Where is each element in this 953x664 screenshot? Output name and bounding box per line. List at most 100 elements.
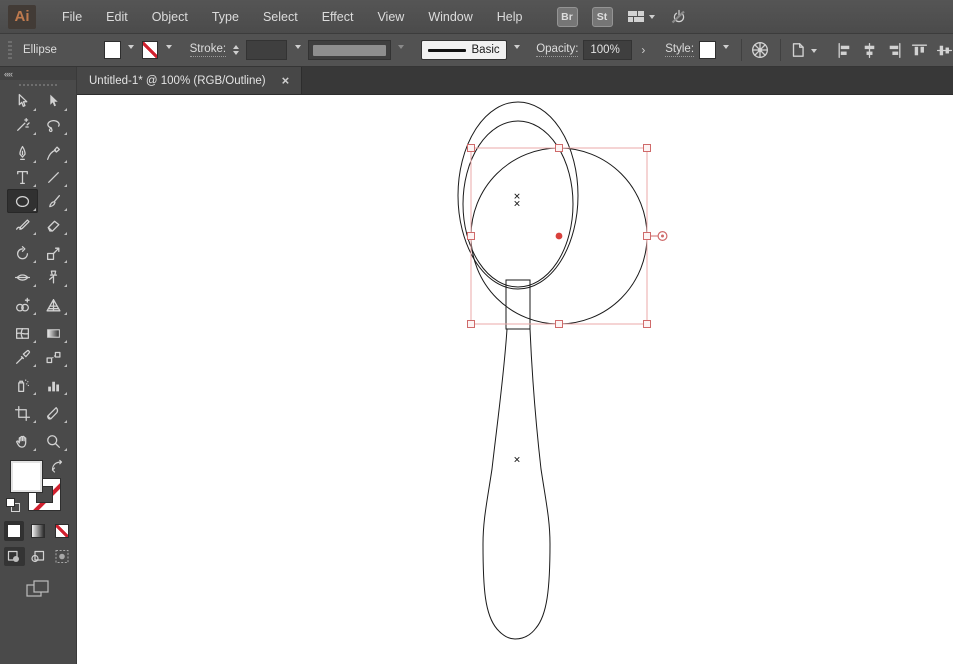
brush-chevron[interactable] xyxy=(512,41,523,59)
eraser-tool[interactable] xyxy=(38,213,69,237)
default-fill-stroke-button[interactable] xyxy=(6,498,20,512)
column-graph-tool[interactable] xyxy=(38,373,69,397)
opacity-more-button[interactable]: › xyxy=(637,40,650,60)
paintbrush-tool[interactable] xyxy=(38,189,69,213)
shaper-tool[interactable] xyxy=(7,213,38,237)
type-tool[interactable] xyxy=(7,165,38,189)
draw-normal-button[interactable] xyxy=(3,547,25,566)
artwork-svg[interactable] xyxy=(77,95,953,664)
lasso-tool[interactable] xyxy=(38,113,69,137)
zoom-tool[interactable] xyxy=(38,429,69,453)
bbox-handle-nw[interactable] xyxy=(467,144,475,152)
style-swatch[interactable] xyxy=(699,41,716,59)
menu-object[interactable]: Object xyxy=(140,0,200,34)
spoon-handle-path[interactable] xyxy=(482,328,551,640)
draw-inside-button[interactable] xyxy=(52,547,73,566)
fill-dropdown-button[interactable] xyxy=(126,41,137,59)
menu-view[interactable]: View xyxy=(365,0,416,34)
bbox-handle-ne[interactable] xyxy=(643,144,651,152)
pie-widget-dot xyxy=(661,234,664,238)
hand-tool[interactable] xyxy=(7,429,38,453)
menu-file[interactable]: File xyxy=(50,0,94,34)
width-tool[interactable] xyxy=(7,265,38,289)
close-tab-button[interactable]: × xyxy=(282,74,290,87)
shape-builder-tool[interactable] xyxy=(7,293,38,317)
stroke-weight-dropdown[interactable] xyxy=(246,40,288,60)
stroke-panel-link[interactable]: Stroke: xyxy=(189,43,227,57)
menu-window[interactable]: Window xyxy=(416,0,484,34)
curvature-tool[interactable] xyxy=(38,141,69,165)
bbox-handle-n[interactable] xyxy=(555,144,563,152)
pen-tool[interactable] xyxy=(7,141,38,165)
width-profile-chevron[interactable] xyxy=(396,41,407,59)
draw-behind-button[interactable] xyxy=(28,547,49,566)
center-point-markers xyxy=(514,193,520,463)
menu-help[interactable]: Help xyxy=(485,0,535,34)
swap-fill-stroke-button[interactable] xyxy=(50,459,65,478)
bbox-handle-s[interactable] xyxy=(555,320,563,328)
scale-tool[interactable] xyxy=(38,241,69,265)
stroke-weight-chevron[interactable] xyxy=(292,41,303,59)
selected-center-point[interactable] xyxy=(555,232,563,240)
menu-effect[interactable]: Effect xyxy=(310,0,366,34)
stock-button[interactable]: St xyxy=(591,6,613,27)
panel-grip[interactable] xyxy=(8,41,12,59)
brush-definition-dropdown[interactable]: Basic xyxy=(420,40,507,60)
blend-tool[interactable] xyxy=(38,345,69,369)
magic-wand-tool[interactable] xyxy=(7,113,38,137)
gradient-mode-button[interactable] xyxy=(28,521,48,541)
stroke-weight-stepper[interactable] xyxy=(231,42,241,58)
style-chevron[interactable] xyxy=(721,41,732,59)
bbox-handle-se[interactable] xyxy=(643,320,651,328)
fill-color-swatch[interactable] xyxy=(104,41,121,59)
fill-stroke-block xyxy=(0,457,76,519)
gradient-tool[interactable] xyxy=(38,321,69,345)
direct-selection-tool[interactable] xyxy=(38,89,69,113)
panel-drag-grip[interactable] xyxy=(0,80,76,89)
divider xyxy=(740,39,742,61)
sync-status[interactable] xyxy=(669,8,689,26)
align-vcenter-button[interactable] xyxy=(935,39,953,61)
none-mode-button[interactable] xyxy=(52,521,72,541)
puppet-warp-tool[interactable] xyxy=(38,265,69,289)
opacity-input[interactable]: 100% xyxy=(583,40,633,60)
rotate-icon xyxy=(17,245,29,259)
bbox-handle-sw[interactable] xyxy=(467,320,475,328)
bbox-handle-w[interactable] xyxy=(467,232,475,240)
align-left-button[interactable] xyxy=(835,39,855,61)
slice-tool[interactable] xyxy=(38,401,69,425)
document-tab[interactable]: Untitled-1* @ 100% (RGB/Outline) × xyxy=(77,67,303,94)
recolor-artwork-button[interactable] xyxy=(750,39,770,61)
document-setup-button[interactable] xyxy=(789,41,818,59)
eyedropper-tool[interactable] xyxy=(7,345,38,369)
menu-edit[interactable]: Edit xyxy=(94,0,140,34)
align-right-button[interactable] xyxy=(885,39,905,61)
menu-select[interactable]: Select xyxy=(251,0,310,34)
color-mode-button[interactable] xyxy=(4,521,24,541)
stroke-color-swatch[interactable] xyxy=(141,41,159,59)
workspace-switcher[interactable] xyxy=(627,10,655,24)
align-top-button[interactable] xyxy=(910,39,930,61)
screen-mode-button[interactable] xyxy=(24,578,52,605)
ellipse-tool[interactable] xyxy=(7,189,38,213)
selection-tool[interactable] xyxy=(7,89,38,113)
fill-indicator[interactable] xyxy=(10,460,43,493)
perspective-grid-tool[interactable] xyxy=(38,293,69,317)
stroke-dropdown-button[interactable] xyxy=(163,41,174,59)
mesh-tool[interactable] xyxy=(7,321,38,345)
style-panel-link[interactable]: Style: xyxy=(665,43,695,57)
bbox-handle-e[interactable] xyxy=(643,232,651,240)
line-segment-tool[interactable] xyxy=(38,165,69,189)
panel-collapse-button[interactable]: «« xyxy=(0,67,76,80)
shape-builder-icon xyxy=(16,297,30,312)
width-profile-dropdown[interactable] xyxy=(308,40,391,60)
align-center-button[interactable] xyxy=(860,39,880,61)
ellipse-icon xyxy=(15,195,30,207)
artboard-tool[interactable] xyxy=(7,401,38,425)
rotate-tool[interactable] xyxy=(7,241,38,265)
bridge-button[interactable]: Br xyxy=(556,6,578,27)
menu-type[interactable]: Type xyxy=(200,0,251,34)
opacity-panel-link[interactable]: Opacity: xyxy=(536,43,579,57)
artboard-canvas[interactable] xyxy=(77,95,953,664)
symbol-sprayer-tool[interactable] xyxy=(7,373,38,397)
